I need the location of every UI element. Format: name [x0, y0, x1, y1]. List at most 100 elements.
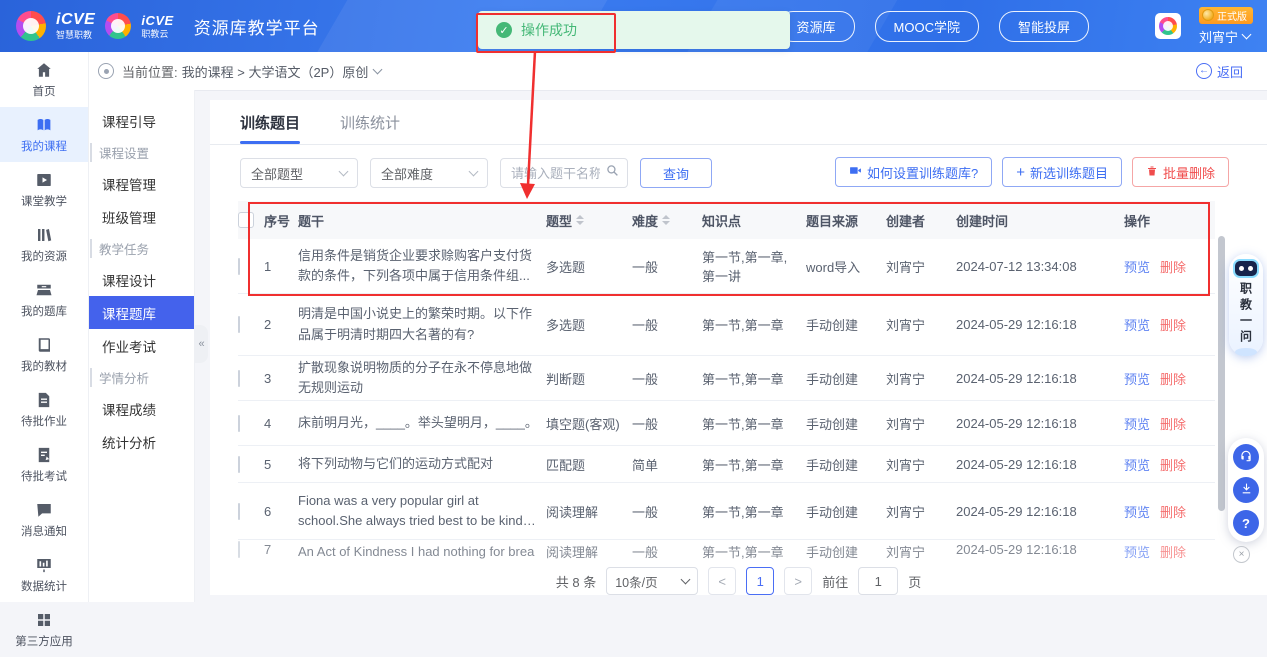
- delete-link[interactable]: 删除: [1160, 417, 1186, 432]
- back-arrow-icon: ←: [1196, 63, 1212, 79]
- user-menu[interactable]: 刘宵宁: [1199, 27, 1250, 46]
- course-menu-item-6[interactable]: 课程题库: [88, 296, 194, 329]
- row-checkbox[interactable]: [238, 370, 240, 387]
- sidebar-item-resource[interactable]: 我的资源: [0, 217, 88, 272]
- ai-assistant-widget[interactable]: 职教一问: [1229, 254, 1263, 356]
- cell-type: 判断题: [546, 372, 585, 387]
- column-header-3[interactable]: 难度: [632, 211, 702, 230]
- cell-knowledge: 第一节,第一章: [702, 417, 784, 432]
- location-icon: [98, 63, 114, 79]
- sidebar-item-message[interactable]: 消息通知: [0, 492, 88, 547]
- preview-link[interactable]: 预览: [1124, 505, 1150, 520]
- goto-page-input[interactable]: [858, 567, 898, 595]
- nav-button-1[interactable]: MOOC学院: [875, 11, 979, 42]
- vertical-scrollbar[interactable]: [1218, 236, 1225, 511]
- goto-suffix: 页: [908, 572, 921, 591]
- row-checkbox[interactable]: [238, 316, 240, 333]
- username: 刘宵宁: [1199, 27, 1238, 46]
- cell-source: 手动创建: [806, 318, 858, 333]
- cell-created: 2024-05-29 12:16:18: [956, 504, 1077, 519]
- course-menu-item-10[interactable]: 统计分析: [88, 425, 194, 458]
- icve-zhijiaoyun-logo-icon: [105, 13, 131, 39]
- stem-search-input[interactable]: [509, 165, 602, 182]
- sidebar-item-label: 数据统计: [21, 578, 67, 594]
- breadcrumb-path[interactable]: 我的课程 > 大学语文（2P）原创: [182, 62, 382, 81]
- delete-link[interactable]: 删除: [1160, 260, 1186, 275]
- exam-icon: [35, 446, 53, 464]
- customer-service-button[interactable]: [1233, 444, 1259, 470]
- delete-link[interactable]: 删除: [1160, 458, 1186, 473]
- sidebar-item-label: 课堂教学: [21, 193, 67, 209]
- cell-created: 2024-05-29 12:16:18: [956, 542, 1077, 557]
- preview-link[interactable]: 预览: [1124, 545, 1150, 560]
- course-menu-item-3[interactable]: 班级管理: [88, 200, 194, 233]
- avatar[interactable]: [1155, 13, 1181, 39]
- cell-created: 2024-07-12 13:34:08: [956, 259, 1077, 274]
- sidebar-item-home[interactable]: 首页: [0, 52, 88, 107]
- sidebar-item-exam[interactable]: 待批考试: [0, 437, 88, 492]
- query-button[interactable]: 查询: [640, 158, 712, 188]
- delete-link[interactable]: 删除: [1160, 505, 1186, 520]
- preview-link[interactable]: 预览: [1124, 318, 1150, 333]
- course-menu-item-7[interactable]: 作业考试: [88, 329, 194, 362]
- sidebar-item-question-bank[interactable]: 我的题库: [0, 272, 88, 327]
- total-count: 共 8 条: [556, 572, 596, 591]
- brand-secondary-tagline: 职教云: [141, 30, 173, 39]
- next-page-button[interactable]: >: [784, 567, 812, 595]
- icve-zhihuizhijiao-logo-icon: [16, 11, 46, 41]
- cell-num: 1: [264, 259, 271, 274]
- cell-created: 2024-05-29 12:16:18: [956, 317, 1077, 332]
- delete-link[interactable]: 删除: [1160, 318, 1186, 333]
- sidebar-item-homework[interactable]: 待批作业: [0, 382, 88, 437]
- prev-page-button[interactable]: <: [708, 567, 736, 595]
- sidebar-item-label: 我的教材: [21, 358, 67, 374]
- preview-link[interactable]: 预览: [1124, 417, 1150, 432]
- difficulty-select[interactable]: 全部难度: [370, 158, 488, 188]
- add-training-questions-button[interactable]: + 新选训练题目: [1002, 157, 1122, 187]
- collapse-menu-button[interactable]: «: [195, 325, 208, 363]
- howto-set-bank-button[interactable]: 如何设置训练题库?: [835, 157, 992, 187]
- download-button[interactable]: [1233, 477, 1259, 503]
- tab-training-statistics[interactable]: 训练统计: [340, 100, 400, 144]
- question-type-select[interactable]: 全部题型: [240, 158, 358, 188]
- sort-caret-icon[interactable]: [662, 211, 670, 229]
- nav-button-2[interactable]: 智能投屏: [999, 11, 1089, 42]
- batch-delete-button[interactable]: 批量删除: [1132, 157, 1229, 187]
- sidebar-item-course[interactable]: 我的课程: [0, 107, 88, 162]
- cell-source: 手动创建: [806, 545, 858, 560]
- table-row: 7An Act of Kindness I had nothing for br…: [238, 540, 1215, 560]
- sidebar-item-apps[interactable]: 第三方应用: [0, 602, 88, 657]
- back-button[interactable]: ← 返回: [1196, 62, 1243, 81]
- page-size-select[interactable]: 10条/页: [606, 567, 698, 595]
- close-floating-button[interactable]: ×: [1233, 546, 1250, 563]
- cell-difficulty: 一般: [632, 417, 658, 432]
- preview-link[interactable]: 预览: [1124, 458, 1150, 473]
- row-checkbox[interactable]: [238, 541, 240, 558]
- select-all-checkbox[interactable]: [238, 212, 254, 228]
- course-menu-item-2[interactable]: 课程管理: [88, 167, 194, 200]
- row-checkbox[interactable]: [238, 258, 240, 275]
- delete-link[interactable]: 删除: [1160, 545, 1186, 560]
- sidebar-item-textbook[interactable]: 我的教材: [0, 327, 88, 382]
- course-menu-item-0[interactable]: 课程引导: [88, 104, 194, 137]
- stats-icon: [35, 556, 53, 574]
- tab-training-questions[interactable]: 训练题目: [240, 100, 300, 144]
- column-header-2[interactable]: 题型: [546, 211, 632, 230]
- row-checkbox[interactable]: [238, 456, 240, 473]
- sidebar-item-classroom[interactable]: 课堂教学: [0, 162, 88, 217]
- sidebar-item-label: 我的课程: [21, 138, 67, 154]
- row-checkbox[interactable]: [238, 503, 240, 520]
- current-page[interactable]: 1: [746, 567, 774, 595]
- course-menu-item-9[interactable]: 课程成绩: [88, 392, 194, 425]
- row-checkbox[interactable]: [238, 415, 240, 432]
- help-button[interactable]: ?: [1233, 510, 1259, 536]
- delete-link[interactable]: 删除: [1160, 372, 1186, 387]
- sidebar-item-stats[interactable]: 数据统计: [0, 547, 88, 602]
- sidebar-item-label: 待批作业: [21, 413, 67, 429]
- course-menu-item-5[interactable]: 课程设计: [88, 263, 194, 296]
- preview-link[interactable]: 预览: [1124, 372, 1150, 387]
- preview-link[interactable]: 预览: [1124, 260, 1150, 275]
- sort-caret-icon[interactable]: [576, 211, 584, 229]
- cell-stem: 床前明月光，____。举头望明月，____。: [298, 413, 538, 433]
- textbook-icon: [35, 336, 53, 354]
